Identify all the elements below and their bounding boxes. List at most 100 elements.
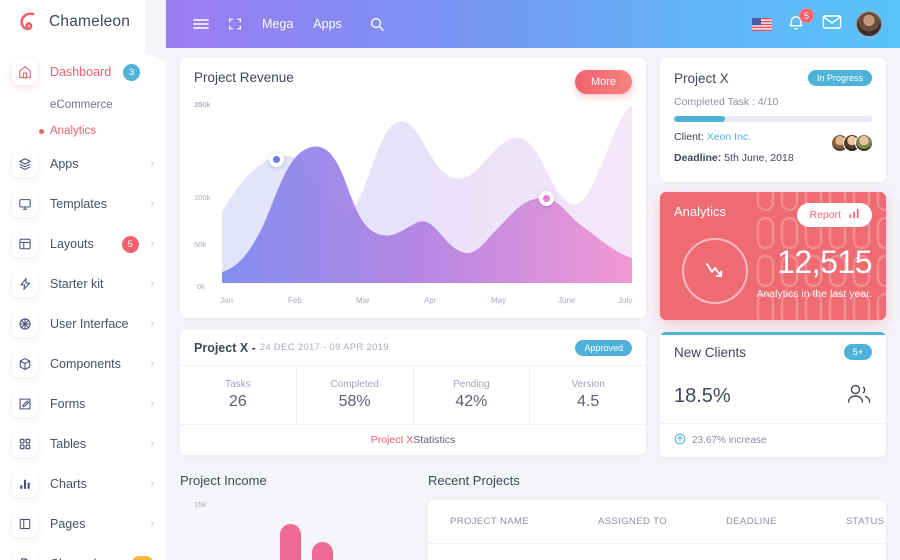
sidebar-item-templates[interactable]: Templates ›: [0, 184, 166, 224]
recent-projects-title: Recent Projects: [428, 473, 520, 488]
sidebar-icon: [12, 511, 38, 537]
chevron-right-icon: ›: [150, 518, 154, 529]
sidebar-item-forms[interactable]: Forms ›: [0, 384, 166, 424]
people-icon: [846, 383, 872, 410]
project-x-statistics-card: Project X - 24 DEC 2017 - 09 APR 2019 Ap…: [180, 330, 646, 455]
sidebar-item-starter-kit[interactable]: Starter kit ›: [0, 264, 166, 304]
stat-cell-pending: Pending 42%: [414, 366, 531, 424]
chevron-down-icon[interactable]: ▾: [152, 67, 157, 77]
recent-projects-section: Recent Projects PROJECT NAME ASSIGNED TO…: [428, 473, 886, 560]
analytics-subtitle: Analytics in the last year.: [756, 288, 872, 300]
chameleon-logo-icon: [14, 9, 40, 35]
sidebar-subitem-ecommerce[interactable]: eCommerce: [0, 92, 166, 118]
status-badge: In Progress: [807, 70, 872, 86]
header-right-actions: 5: [752, 8, 882, 37]
chevron-right-icon: ›: [150, 238, 154, 249]
project-revenue-card: Project Revenue More 200k 150k 100k 50k …: [180, 58, 646, 318]
sidebar-item-apps[interactable]: Apps ›: [0, 144, 166, 184]
stat-label: Completed: [330, 379, 379, 390]
x-tick-label: Jan: [220, 296, 233, 305]
project-x-title: Project X: [674, 70, 729, 86]
sidebar-item-user-interface[interactable]: User Interface ›: [0, 304, 166, 344]
client-link[interactable]: Xeon Inc.: [707, 131, 751, 143]
sidebar-item-label: Forms: [50, 397, 86, 411]
sidebar-item-changelog[interactable]: Changelog 1.3: [0, 544, 166, 560]
income-bar[interactable]: [312, 542, 333, 560]
brand[interactable]: Chameleon: [0, 0, 166, 44]
avatar[interactable]: [855, 134, 873, 152]
y-tick-label: 50k: [194, 240, 207, 249]
fullscreen-icon[interactable]: [218, 7, 252, 41]
active-dot-icon: [39, 128, 44, 134]
new-clients-card: New Clients 5+ 18.5% 23.67% increase: [660, 332, 886, 457]
stat-label: Version: [571, 379, 605, 390]
column-header: DEADLINE: [726, 516, 777, 527]
envelope-icon[interactable]: [822, 14, 842, 35]
column-header: PROJECT NAME: [450, 516, 530, 527]
sidebar-item-layouts[interactable]: Layouts 5 ›: [0, 224, 166, 264]
sidebar-item-dashboard[interactable]: Dashboard 3 ▾: [0, 52, 166, 92]
project-income-title: Project Income: [180, 473, 267, 488]
stats-footer[interactable]: Project X Statistics: [180, 424, 646, 454]
sidebar-item-charts[interactable]: Charts ›: [0, 464, 166, 504]
sidebar-item-label: Tables: [50, 437, 87, 451]
sidebar-item-label: Starter kit: [50, 277, 104, 291]
layers-icon: [12, 151, 38, 177]
stats-body: Tasks 26 Completed 58% Pending 42% Versi…: [180, 366, 646, 424]
sidebar-item-components[interactable]: Components ›: [0, 344, 166, 384]
right-column: Project X In Progress Completed Task : 4…: [660, 58, 886, 457]
page-title: Project Revenue: [194, 70, 294, 85]
progress-bar: [674, 116, 872, 122]
stat-cell-tasks: Tasks 26: [180, 366, 297, 424]
sidebar-item-label: Layouts: [50, 237, 94, 251]
more-button[interactable]: More: [574, 70, 632, 94]
stat-label: Tasks: [225, 379, 251, 390]
chevron-right-icon: ›: [150, 158, 154, 169]
bell-icon[interactable]: 5: [786, 8, 814, 35]
income-bar[interactable]: [280, 524, 301, 560]
header-link-apps[interactable]: Apps: [303, 17, 352, 31]
x-tick-label: Apr: [424, 296, 437, 305]
sidebar-subitem-label: eCommerce: [50, 99, 113, 111]
x-tick-label: June: [558, 296, 576, 305]
trend-down-arrow-icon: [682, 238, 748, 304]
avatar[interactable]: [856, 11, 882, 37]
chart-marker-feb[interactable]: [269, 152, 284, 167]
grid-icon: [12, 431, 38, 457]
stats-title: Project X -: [194, 340, 256, 355]
sidebar-item-label: Dashboard: [50, 65, 112, 79]
sidebar-item-tables[interactable]: Tables ›: [0, 424, 166, 464]
stat-cell-version: Version 4.5: [530, 366, 646, 424]
layout-icon: [12, 231, 38, 257]
bolt-icon: [12, 271, 38, 297]
home-icon: [12, 59, 38, 85]
sidebar-subitem-analytics[interactable]: Analytics: [0, 118, 166, 144]
y-tick-label: 15k: [194, 500, 207, 509]
stat-label: Pending: [453, 379, 490, 390]
globe-icon: [12, 311, 38, 337]
recent-projects-table: PROJECT NAME ASSIGNED TO DEADLINE STATUS: [428, 500, 886, 560]
sidebar-item-label: Apps: [50, 157, 79, 171]
new-clients-value-row: 18.5%: [660, 369, 886, 424]
sidebar-badge-changelog: 1.3: [130, 555, 154, 560]
arrow-up-circle-icon: [674, 433, 686, 448]
header-link-mega[interactable]: Mega: [252, 17, 303, 31]
chevron-right-icon: ›: [150, 358, 154, 369]
assignee-avatars[interactable]: [831, 134, 873, 152]
stat-value: 26: [228, 393, 247, 410]
stats-footer-link[interactable]: Project X: [371, 434, 414, 446]
hamburger-menu-icon[interactable]: [184, 7, 218, 41]
chart-marker-june[interactable]: [539, 191, 554, 206]
sidebar-item-pages[interactable]: Pages ›: [0, 504, 166, 544]
sidebar-item-label: Templates: [50, 197, 107, 211]
bar-chart-icon: [849, 208, 860, 222]
report-button-label: Report: [809, 209, 841, 221]
deadline-value: 5th June, 2018: [724, 152, 794, 164]
search-icon[interactable]: [360, 7, 394, 41]
cube-icon: [12, 351, 38, 377]
revenue-area-chart: 200k 150k 100k 50k 0k Jan Feb Mar Apr Ma…: [194, 100, 632, 310]
report-button[interactable]: Report: [797, 203, 872, 227]
stats-header: Project X - 24 DEC 2017 - 09 APR 2019 Ap…: [180, 330, 646, 366]
us-flag-icon[interactable]: [752, 17, 772, 31]
chevron-right-icon: ›: [150, 438, 154, 449]
